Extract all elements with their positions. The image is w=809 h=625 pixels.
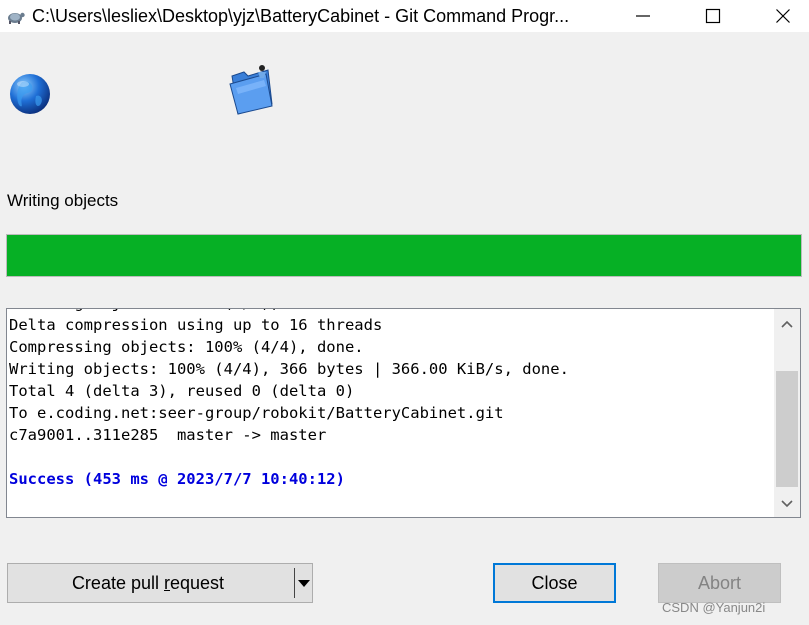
- minimize-icon: [636, 15, 650, 17]
- scroll-up-arrow-icon[interactable]: [781, 319, 793, 331]
- close-window-button[interactable]: [760, 0, 806, 32]
- log-line: Total 4 (delta 3), reused 0 (delta 0): [9, 382, 355, 400]
- log-text: Counting objects: 100% (7/7), done.Delta…: [9, 309, 569, 490]
- vertical-scrollbar[interactable]: [774, 309, 800, 517]
- pull-request-dropdown-button[interactable]: [296, 564, 312, 602]
- output-log: Counting objects: 100% (7/7), done.Delta…: [6, 308, 801, 518]
- tortoise-git-icon[interactable]: [6, 6, 26, 26]
- title-bar: C:\Users\lesliex\Desktop\yjz\BatteryCabi…: [0, 0, 809, 32]
- log-line: Delta compression using up to 16 threads: [9, 316, 383, 334]
- globe-icon: [10, 74, 50, 114]
- log-line: Compressing objects: 100% (4/4), done.: [9, 338, 364, 356]
- log-line: Writing objects: 100% (4/4), 366 bytes |…: [9, 360, 569, 378]
- create-pull-request-label-pre: Create pull: [71, 572, 164, 593]
- create-pull-request-label-post: equest: [170, 572, 225, 593]
- progress-bar: [6, 234, 802, 277]
- create-pull-request-button[interactable]: Create pull r equest: [8, 564, 288, 602]
- log-line: To e.coding.net:seer-group/robokit/Batte…: [9, 404, 504, 422]
- maximize-icon: [705, 8, 721, 24]
- progress-bar-fill: [7, 235, 801, 276]
- minimize-button[interactable]: [620, 0, 666, 32]
- scroll-down-arrow-icon[interactable]: [781, 497, 793, 509]
- log-line: c7a9001..311e285 master -> master: [9, 426, 327, 444]
- split-divider: [294, 568, 295, 598]
- folder-icon: [229, 65, 273, 115]
- maximize-button[interactable]: [690, 0, 736, 32]
- scrollbar-thumb[interactable]: [776, 371, 798, 487]
- window-title: C:\Users\lesliex\Desktop\yjz\BatteryCabi…: [32, 6, 570, 26]
- create-pull-request-split-button[interactable]: Create pull r equest: [7, 563, 313, 603]
- close-icon: [776, 9, 790, 23]
- caret-down-icon: [298, 580, 310, 587]
- log-success-line: Success (453 ms @ 2023/7/7 10:40:12): [9, 470, 345, 488]
- progress-status-label: Writing objects: [7, 191, 119, 210]
- close-button[interactable]: Close: [493, 563, 616, 603]
- abort-button[interactable]: Abort: [658, 563, 781, 603]
- watermark: CSDN @Yanjun2i: [662, 600, 766, 615]
